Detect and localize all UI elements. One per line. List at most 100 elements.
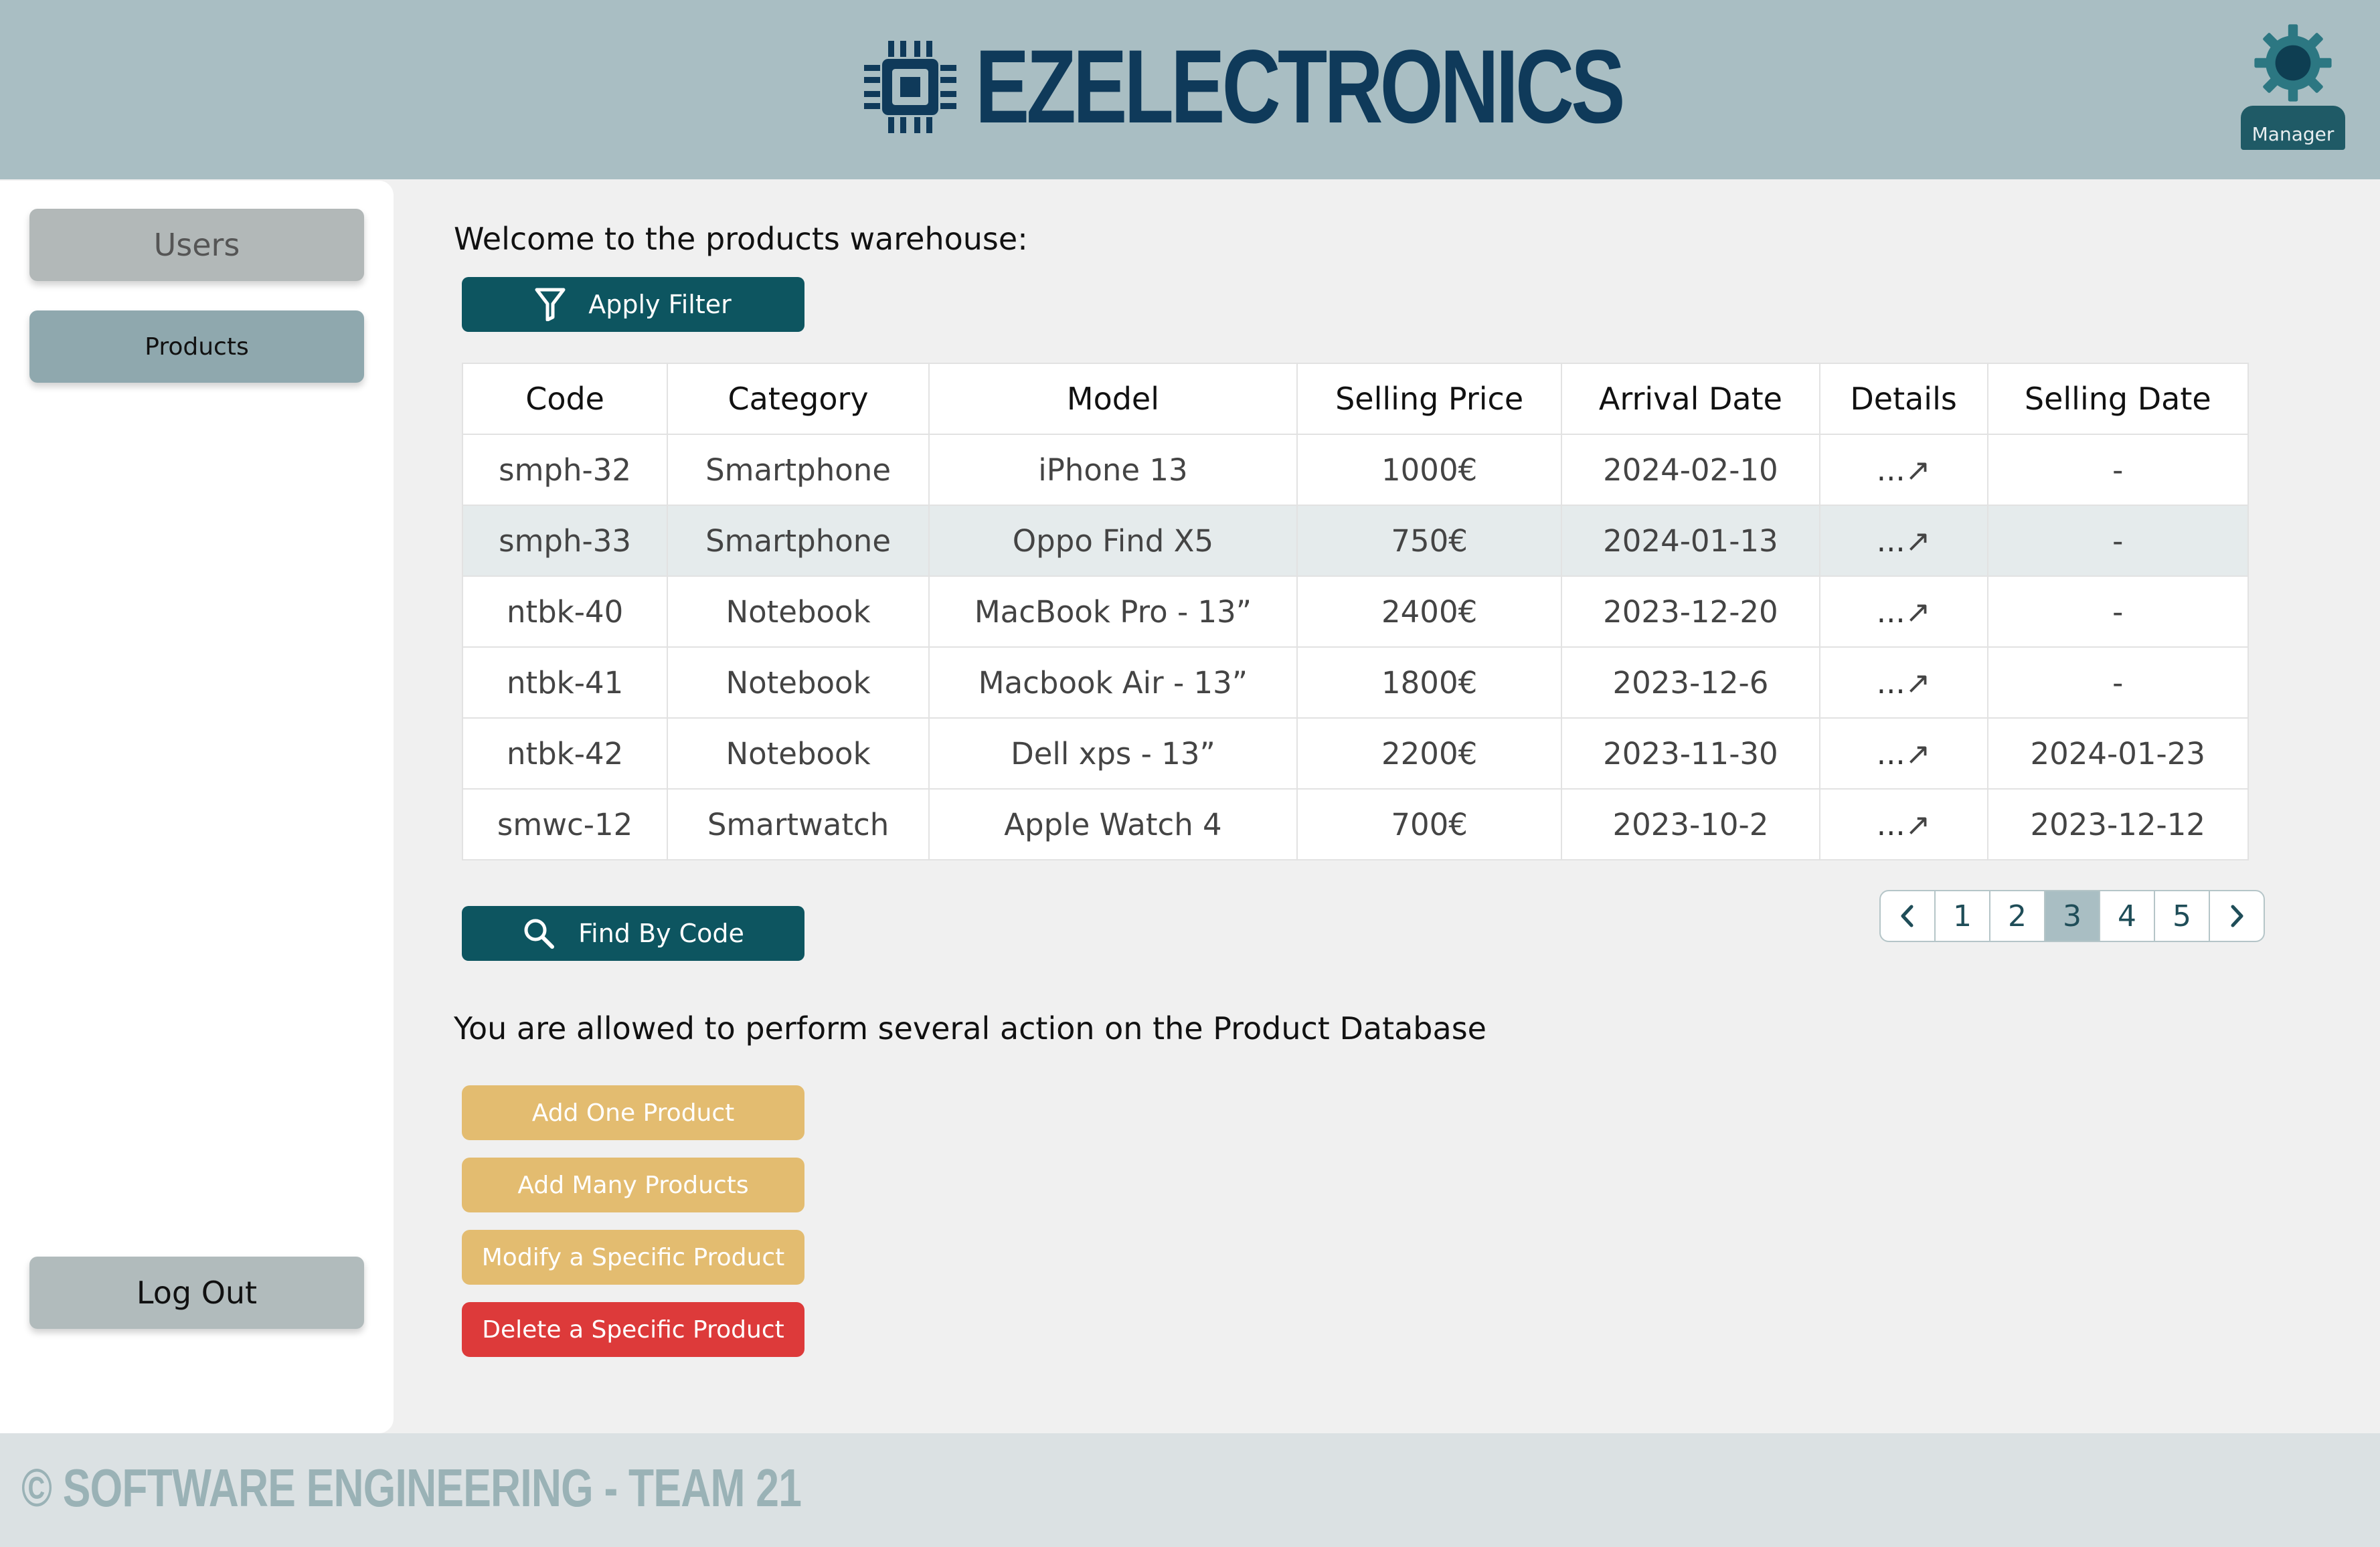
apply-filter-label: Apply Filter [588,290,732,319]
column-header[interactable]: Selling Price [1296,363,1563,435]
chip-icon [864,41,956,133]
cell-price: 700€ [1296,788,1563,860]
add-many-products-button[interactable]: Add Many Products [462,1158,804,1212]
chevron-right-icon [2231,905,2243,927]
cell-category: Smartwatch [667,788,930,860]
details-text: ... [1876,806,1905,842]
page-button-3[interactable]: 3 [2044,891,2099,941]
cell-selling-date: 2024-01-23 [1986,717,2249,790]
cell-price: 1800€ [1296,646,1563,719]
details-text: ... [1876,664,1905,701]
logout-button[interactable]: Log Out [29,1257,364,1329]
cell-price: 2400€ [1296,575,1563,648]
search-icon [524,919,555,949]
external-link-icon: ↗ [1905,594,1931,630]
modify-product-button[interactable]: Modify a Specific Product [462,1230,804,1285]
cell-category: Notebook [667,717,930,790]
cell-arrival-date: 2023-12-20 [1561,575,1820,648]
column-header[interactable]: Selling Date [1986,363,2249,435]
column-header[interactable]: Code [461,363,669,435]
details-text: ... [1876,523,1905,559]
actions-intro: You are allowed to perform several actio… [454,1010,1486,1046]
find-by-code-label: Find By Code [578,919,744,948]
manager-badge[interactable]: Manager [2241,106,2345,150]
gear-icon[interactable] [2253,23,2333,103]
cell-model: Oppo Find X5 [928,505,1298,577]
external-link-icon: ↗ [1905,806,1931,842]
cell-arrival-date: 2024-02-10 [1561,434,1820,506]
details-link[interactable]: ...↗ [1818,717,1988,790]
cell-model: Apple Watch 4 [928,788,1298,860]
cell-code: smwc-12 [461,788,669,860]
external-link-icon: ↗ [1905,664,1931,701]
cell-price: 750€ [1296,505,1563,577]
sidebar-item-users[interactable]: Users [29,209,364,281]
cell-selling-date: - [1986,434,2249,506]
cell-category: Smartphone [667,434,930,506]
table-row[interactable]: smph-33 Smartphone Oppo Find X5 750€ 202… [461,505,2249,577]
column-header[interactable]: Model [928,363,1298,435]
filter-icon [535,288,566,321]
cell-arrival-date: 2023-12-6 [1561,646,1820,719]
column-header[interactable]: Arrival Date [1561,363,1820,435]
cell-price: 1000€ [1296,434,1563,506]
cell-code: smph-32 [461,434,669,506]
cell-model: Dell xps - 13” [928,717,1298,790]
cell-model: MacBook Pro - 13” [928,575,1298,648]
table-row[interactable]: ntbk-42 Notebook Dell xps - 13” 2200€ 20… [461,717,2249,790]
cell-code: ntbk-42 [461,717,669,790]
page-button-5[interactable]: 5 [2154,891,2209,941]
external-link-icon: ↗ [1905,735,1931,771]
find-by-code-button[interactable]: Find By Code [462,906,804,961]
cell-selling-date: - [1986,646,2249,719]
details-link[interactable]: ...↗ [1818,788,1988,860]
details-link[interactable]: ...↗ [1818,575,1988,648]
next-page-button[interactable] [2209,891,2264,941]
details-text: ... [1876,735,1905,771]
delete-product-button[interactable]: Delete a Specific Product [462,1302,804,1357]
page-button-4[interactable]: 4 [2099,891,2154,941]
table-row[interactable]: smph-32 Smartphone iPhone 13 1000€ 2024-… [461,434,2249,506]
external-link-icon: ↗ [1905,452,1931,488]
cell-model: Macbook Air - 13” [928,646,1298,719]
cell-code: ntbk-40 [461,575,669,648]
external-link-icon: ↗ [1905,523,1931,559]
table-row[interactable]: ntbk-40 Notebook MacBook Pro - 13” 2400€… [461,575,2249,648]
brand-name: EZELECTRONICS [975,29,1625,145]
table-row[interactable]: smwc-12 Smartwatch Apple Watch 4 700€ 20… [461,788,2249,860]
cell-category: Notebook [667,646,930,719]
column-header[interactable]: Category [667,363,930,435]
table-header-row: Code Category Model Selling Price Arriva… [461,363,2249,435]
details-link[interactable]: ...↗ [1818,646,1988,719]
cell-category: Notebook [667,575,930,648]
cell-selling-date: 2023-12-12 [1986,788,2249,860]
cell-code: smph-33 [461,505,669,577]
apply-filter-button[interactable]: Apply Filter [462,277,804,332]
sidebar-item-products[interactable]: Products [29,310,364,383]
details-link[interactable]: ...↗ [1818,505,1988,577]
products-table: Code Category Model Selling Price Arriva… [461,363,2249,860]
details-text: ... [1876,594,1905,630]
column-header[interactable]: Details [1818,363,1988,435]
cell-code: ntbk-41 [461,646,669,719]
cell-selling-date: - [1986,575,2249,648]
cell-arrival-date: 2023-11-30 [1561,717,1820,790]
cell-arrival-date: 2024-01-13 [1561,505,1820,577]
chevron-left-icon [1901,905,1914,927]
pagination: 1 2 3 4 5 [1879,890,2265,942]
details-text: ... [1876,452,1905,488]
footer-copyright: © SOFTWARE ENGINEERING - TEAM 21 [21,1458,802,1518]
cell-category: Smartphone [667,505,930,577]
add-one-product-button[interactable]: Add One Product [462,1085,804,1140]
cell-arrival-date: 2023-10-2 [1561,788,1820,860]
welcome-text: Welcome to the products warehouse: [454,221,1028,257]
cell-price: 2200€ [1296,717,1563,790]
prev-page-button[interactable] [1881,891,1934,941]
cell-selling-date: - [1986,505,2249,577]
page-button-2[interactable]: 2 [1989,891,2044,941]
table-row[interactable]: ntbk-41 Notebook Macbook Air - 13” 1800€… [461,646,2249,719]
brand-logo: EZELECTRONICS [860,33,1804,141]
cell-model: iPhone 13 [928,434,1298,506]
page-button-1[interactable]: 1 [1934,891,1989,941]
details-link[interactable]: ...↗ [1818,434,1988,506]
